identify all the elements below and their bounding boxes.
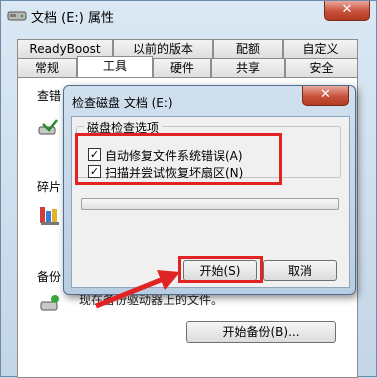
arrow-annotation-icon — [95, 270, 180, 309]
tab-tools[interactable]: 工具 — [77, 56, 153, 77]
